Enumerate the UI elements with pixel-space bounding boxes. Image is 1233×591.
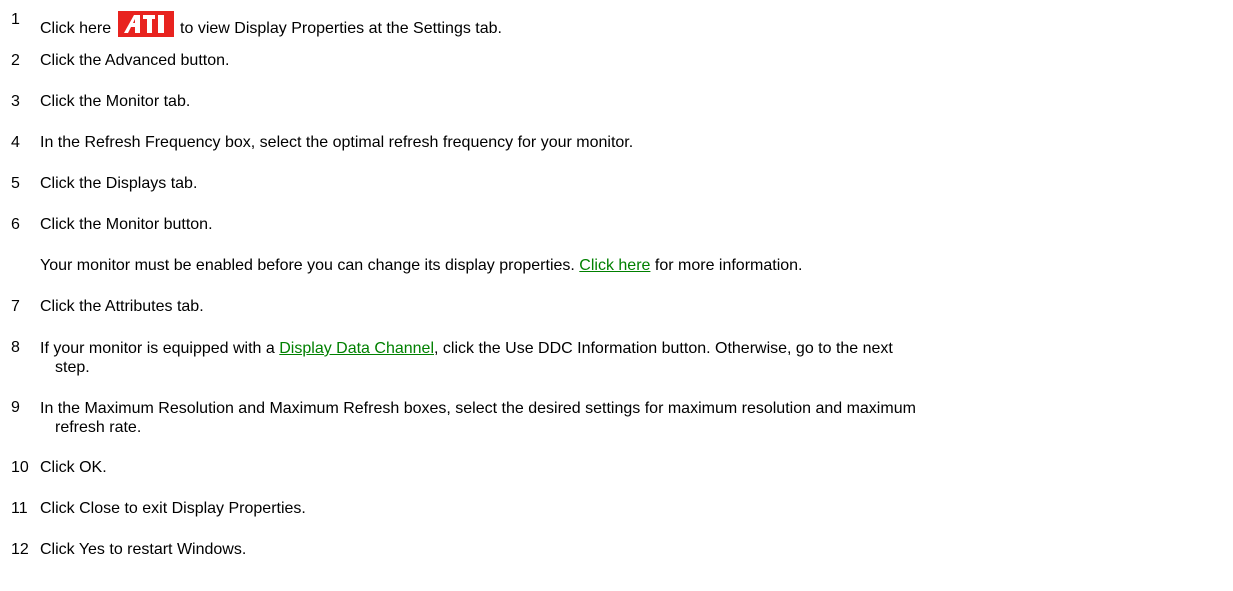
step-number: 8 [11,339,20,356]
step-text: Click the Attributes tab. [40,298,204,315]
step-number: 6 [11,216,20,233]
step-text: Click Yes to restart Windows. [40,541,247,558]
step-text-continuation: step. [55,359,90,376]
step-number: 12 [11,541,29,558]
note-text-before: Your monitor must be enabled before you … [40,257,575,274]
step-text-before: Click here [40,20,112,37]
step-text-after: to view Display Properties at the Settin… [180,20,502,37]
step-number: 4 [11,134,20,151]
note-text-after: for more information. [654,257,803,274]
step-number: 1 [11,11,20,28]
step-number: 10 [11,459,29,476]
step-text: Click the Displays tab. [40,175,198,192]
step-number: 9 [11,399,20,416]
step-text: Click the Monitor tab. [40,93,191,110]
note-text: Your monitor must be enabled before you … [40,257,920,275]
step-text: In the Maximum Resolution and Maximum Re… [40,399,920,437]
step-text-after: , click the Use DDC Information button. … [434,340,893,357]
more-info-link[interactable]: Click here [579,257,650,274]
step-text: If your monitor is equipped with a Displ… [40,339,920,377]
step-text: In the Refresh Frequency box, select the… [40,134,634,151]
step-text-main: In the Maximum Resolution and Maximum Re… [40,400,916,417]
step-text: Click the Monitor button. [40,216,213,233]
step-text-before: If your monitor is equipped with a [40,340,275,357]
step-text: Click OK. [40,459,107,476]
step-number: 3 [11,93,20,110]
step-number: 5 [11,175,20,192]
step-text-continuation: refresh rate. [55,419,142,436]
step-number: 2 [11,52,20,69]
step-text: Click Close to exit Display Properties. [40,500,306,517]
step-text: Click here to view Display Properties at… [40,11,920,38]
step-number: 7 [11,298,20,315]
display-data-channel-link[interactable]: Display Data Channel [279,340,434,357]
ati-logo-icon[interactable] [117,11,174,37]
step-number: 11 [11,500,28,517]
step-text: Click the Advanced button. [40,52,230,69]
